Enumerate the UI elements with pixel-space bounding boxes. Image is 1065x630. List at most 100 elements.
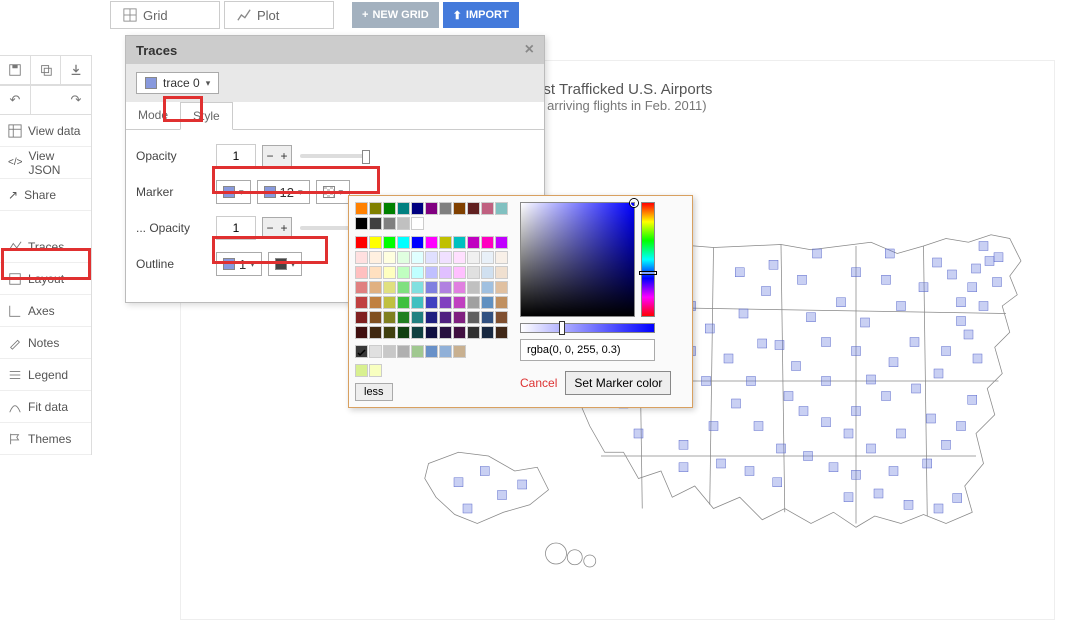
swatch[interactable]	[439, 326, 452, 339]
swatch[interactable]	[439, 311, 452, 324]
airport-marker[interactable]	[852, 347, 861, 356]
swatch[interactable]	[369, 311, 382, 324]
swatch[interactable]	[397, 326, 410, 339]
swatch[interactable]	[481, 296, 494, 309]
swatch[interactable]	[397, 251, 410, 264]
swatch[interactable]	[411, 236, 424, 249]
swatch[interactable]	[467, 251, 480, 264]
airport-marker[interactable]	[754, 422, 763, 431]
palette-row[interactable]	[355, 345, 508, 358]
swatch[interactable]	[383, 281, 396, 294]
airport-marker[interactable]	[867, 375, 876, 384]
airport-marker[interactable]	[972, 264, 981, 273]
airport-marker[interactable]	[784, 392, 793, 401]
swatch[interactable]	[495, 326, 508, 339]
sidebar-item-legend[interactable]: Legend	[0, 359, 91, 391]
sidebar-item-viewdata[interactable]: View data	[0, 115, 91, 147]
swatch[interactable]	[453, 281, 466, 294]
swatch[interactable]	[495, 296, 508, 309]
trace-selector[interactable]: trace 0 ▾	[136, 72, 219, 94]
sidebar-item-axes[interactable]: Axes	[0, 295, 91, 327]
airport-marker[interactable]	[679, 463, 688, 472]
swatch[interactable]	[467, 236, 480, 249]
swatch[interactable]	[425, 311, 438, 324]
airport-marker[interactable]	[837, 298, 846, 307]
import-button[interactable]: ⬆ IMPORT	[443, 2, 519, 28]
airport-marker[interactable]	[822, 377, 831, 386]
swatch[interactable]	[453, 236, 466, 249]
airport-marker[interactable]	[480, 467, 489, 476]
swatch[interactable]	[425, 345, 438, 358]
airport-marker[interactable]	[769, 260, 778, 269]
swatch[interactable]	[467, 311, 480, 324]
swatch[interactable]	[495, 266, 508, 279]
swatch[interactable]	[383, 296, 396, 309]
swatch[interactable]	[439, 251, 452, 264]
airport-marker[interactable]	[852, 470, 861, 479]
airport-marker[interactable]	[852, 268, 861, 277]
airport-marker[interactable]	[454, 478, 463, 487]
airport-marker[interactable]	[775, 341, 784, 350]
airport-marker[interactable]	[923, 459, 932, 468]
swatch[interactable]	[411, 296, 424, 309]
opacity-input[interactable]	[216, 144, 256, 168]
marker-opacity-input[interactable]	[216, 216, 256, 240]
swatch[interactable]	[453, 296, 466, 309]
swatch[interactable]	[369, 202, 382, 215]
palette-row[interactable]	[355, 251, 508, 264]
swatch[interactable]	[397, 311, 410, 324]
swatch[interactable]	[453, 202, 466, 215]
swatch[interactable]	[481, 326, 494, 339]
airport-marker[interactable]	[739, 309, 748, 318]
swatch[interactable]	[411, 217, 424, 230]
swatch[interactable]	[453, 326, 466, 339]
palette-row[interactable]	[355, 281, 508, 294]
swatch[interactable]	[411, 311, 424, 324]
swatch[interactable]	[425, 296, 438, 309]
copy-icon[interactable]	[31, 56, 62, 84]
swatch[interactable]	[467, 326, 480, 339]
swatch[interactable]	[439, 236, 452, 249]
sidebar-item-fitdata[interactable]: Fit data	[0, 391, 91, 423]
airport-marker[interactable]	[717, 459, 726, 468]
opacity-stepper[interactable]: −+	[262, 145, 292, 167]
swatch[interactable]	[355, 326, 368, 339]
airport-marker[interactable]	[709, 422, 718, 431]
swatch[interactable]	[397, 217, 410, 230]
swatch[interactable]	[453, 311, 466, 324]
airport-marker[interactable]	[634, 429, 643, 438]
airport-marker[interactable]	[942, 347, 951, 356]
swatch[interactable]	[383, 251, 396, 264]
airport-marker[interactable]	[912, 384, 921, 393]
redo-icon[interactable]: ↷	[61, 86, 91, 114]
airport-marker[interactable]	[792, 362, 801, 371]
swatch[interactable]	[453, 345, 466, 358]
airport-marker[interactable]	[735, 268, 744, 277]
airport-marker[interactable]	[773, 478, 782, 487]
palette-less-button[interactable]: less	[355, 383, 393, 401]
airport-marker[interactable]	[934, 504, 943, 513]
swatch[interactable]	[355, 202, 368, 215]
airport-marker[interactable]	[798, 275, 807, 284]
swatch[interactable]	[439, 266, 452, 279]
swatch[interactable]	[397, 236, 410, 249]
swatch[interactable]	[383, 326, 396, 339]
swatch[interactable]	[369, 251, 382, 264]
swatch[interactable]	[425, 281, 438, 294]
swatch[interactable]	[467, 281, 480, 294]
swatch[interactable]	[439, 345, 452, 358]
sidebar-item-viewjson[interactable]: </>View JSON	[0, 147, 91, 179]
swatch[interactable]	[397, 281, 410, 294]
airport-marker[interactable]	[910, 338, 919, 347]
airport-marker[interactable]	[889, 358, 898, 367]
alpha-slider[interactable]	[520, 323, 655, 333]
airport-marker[interactable]	[973, 354, 982, 363]
saturation-value-picker[interactable]	[520, 202, 635, 317]
marker-size-dropdown[interactable]: 12▾	[257, 180, 310, 204]
airport-marker[interactable]	[762, 287, 771, 296]
swatch[interactable]	[355, 345, 368, 358]
airport-marker[interactable]	[852, 407, 861, 416]
swatch[interactable]	[411, 202, 424, 215]
swatch[interactable]	[397, 266, 410, 279]
swatch[interactable]	[411, 266, 424, 279]
